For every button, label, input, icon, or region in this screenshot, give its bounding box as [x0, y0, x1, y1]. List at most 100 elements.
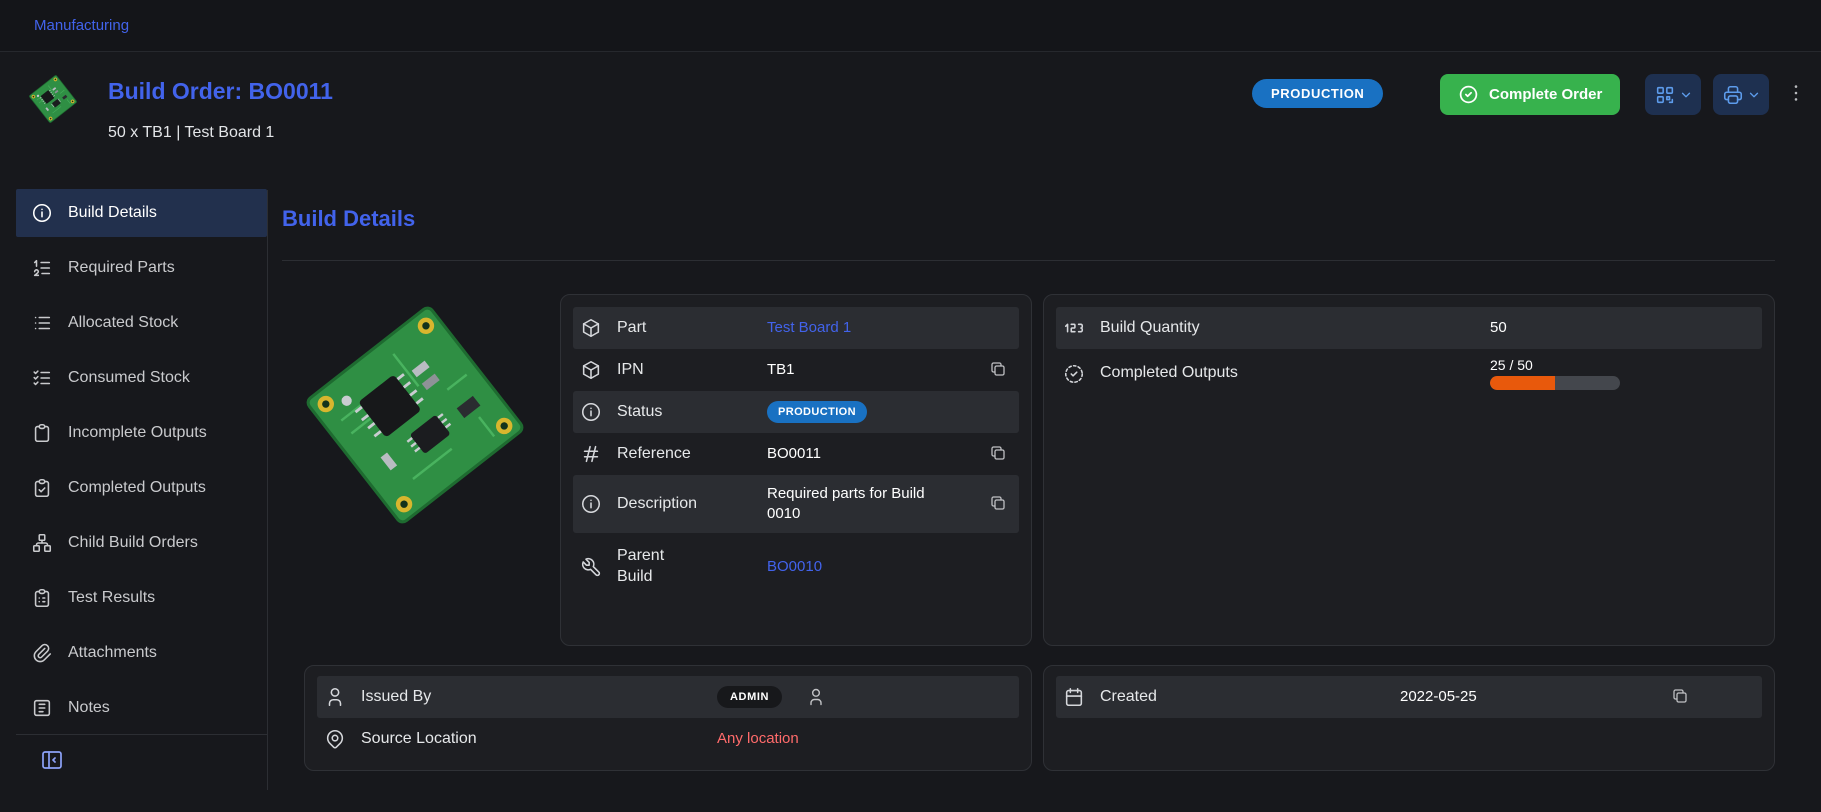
more-actions-button[interactable]: [1783, 81, 1809, 107]
package-icon: [580, 317, 602, 339]
page-title: Build Order: BO0011: [108, 78, 333, 105]
copy-button[interactable]: [985, 491, 1011, 517]
detail-row-part: Part Test Board 1: [573, 307, 1019, 349]
copy-icon: [989, 444, 1007, 462]
part-image[interactable]: [292, 292, 538, 538]
barcode-actions-button[interactable]: [1645, 74, 1701, 115]
copy-button[interactable]: [985, 357, 1011, 383]
copy-button[interactable]: [1667, 684, 1693, 710]
progress-check-icon: [1063, 363, 1085, 385]
numbers-123-icon: [1063, 317, 1085, 339]
breadcrumb-link-manufacturing[interactable]: Manufacturing: [34, 17, 129, 34]
detail-row-ipn: IPN TB1: [573, 349, 1019, 391]
issued-by-badge: ADMIN: [717, 686, 782, 708]
created-value: 2022-05-25: [1400, 687, 1667, 707]
sidebar-item-completed-outputs[interactable]: Completed Outputs: [16, 464, 267, 512]
build-quantity-value: 50: [1490, 318, 1762, 338]
detail-label-reference: Reference: [617, 444, 767, 465]
info-circle-icon: [31, 202, 53, 224]
source-location-value: Any location: [717, 729, 1019, 749]
detail-row-status: Status PRODUCTION: [573, 391, 1019, 433]
list-numbers-icon: [31, 257, 53, 279]
row-build-quantity: Build Quantity 50: [1056, 307, 1762, 349]
detail-label-ipn: IPN: [617, 360, 767, 381]
sidebar-item-test-results[interactable]: Test Results: [16, 574, 267, 622]
label-build-quantity: Build Quantity: [1100, 318, 1490, 339]
reference-value: BO0011: [767, 444, 985, 464]
printing-actions-button[interactable]: [1713, 74, 1769, 115]
dots-vertical-icon: [1785, 82, 1807, 104]
created-panel: Created 2022-05-25: [1043, 665, 1775, 771]
chevron-down-icon: [1679, 88, 1693, 102]
copy-icon: [989, 494, 1007, 512]
tools-icon: [580, 556, 602, 578]
progress-bar-fill: [1490, 376, 1555, 390]
sidebar-item-notes[interactable]: Notes: [16, 684, 267, 732]
map-pin-icon: [324, 728, 346, 750]
sidebar-item-consumed-stock[interactable]: Consumed Stock: [16, 354, 267, 402]
build-details-panel: Part Test Board 1 IPN TB1 Status PRODUCT…: [560, 294, 1032, 646]
detail-label-description: Description: [617, 494, 767, 515]
chevron-down-icon: [1747, 88, 1761, 102]
sidebar: Build Details Required Parts Allocated S…: [0, 168, 267, 812]
description-value: Required parts for Build 0010: [767, 484, 937, 525]
part-link[interactable]: Test Board 1: [767, 318, 985, 338]
calendar-icon: [1063, 686, 1085, 708]
sidebar-item-label: Consumed Stock: [68, 369, 190, 387]
copy-icon: [989, 360, 1007, 378]
info-circle-icon: [580, 493, 602, 515]
detail-row-reference: Reference BO0011: [573, 433, 1019, 475]
label-source-location: Source Location: [361, 729, 717, 750]
issued-panel: Issued By ADMIN Source Location Any loca…: [304, 665, 1032, 771]
sidebar-item-label: Incomplete Outputs: [68, 424, 207, 442]
sidebar-collapse-button[interactable]: [40, 748, 64, 772]
detail-row-description: Description Required parts for Build 001…: [573, 475, 1019, 533]
clipboard-icon: [31, 422, 53, 444]
sidebar-item-allocated-stock[interactable]: Allocated Stock: [16, 299, 267, 347]
sidebar-item-label: Completed Outputs: [68, 479, 206, 497]
complete-order-label: Complete Order: [1489, 86, 1602, 103]
sitemap-icon: [31, 532, 53, 554]
sidebar-collapse-icon: [40, 748, 64, 772]
label-created: Created: [1100, 687, 1400, 708]
notes-icon: [31, 697, 53, 719]
copy-icon: [1671, 687, 1689, 705]
detail-row-parent-build: Parent Build BO0010: [573, 533, 1019, 601]
detail-label-part: Part: [617, 318, 767, 339]
sidebar-item-label: Required Parts: [68, 259, 175, 277]
copy-button[interactable]: [985, 441, 1011, 467]
part-thumbnail-image: [26, 72, 80, 126]
section-divider: [282, 260, 1775, 261]
label-issued-by: Issued By: [361, 687, 717, 708]
list-check-icon: [31, 367, 53, 389]
paperclip-icon: [31, 642, 53, 664]
sidebar-item-incomplete-outputs[interactable]: Incomplete Outputs: [16, 409, 267, 457]
breadcrumb: Manufacturing: [0, 0, 1821, 52]
hash-icon: [580, 443, 602, 465]
ipn-value: TB1: [767, 360, 985, 380]
sidebar-item-label: Build Details: [68, 204, 157, 222]
progress-bar: [1490, 376, 1620, 390]
sidebar-item-child-build-orders[interactable]: Child Build Orders: [16, 519, 267, 567]
row-created: Created 2022-05-25: [1056, 676, 1762, 718]
sidebar-item-attachments[interactable]: Attachments: [16, 629, 267, 677]
completed-outputs-progress: 25 / 50: [1490, 349, 1762, 398]
status-badge-small: PRODUCTION: [767, 401, 867, 423]
sidebar-border: [267, 190, 268, 790]
row-source-location: Source Location Any location: [317, 718, 1019, 760]
sidebar-item-label: Attachments: [68, 644, 157, 662]
parent-build-link[interactable]: BO0010: [767, 557, 985, 577]
detail-label-parent-build: Parent Build: [617, 546, 683, 588]
printer-icon: [1722, 84, 1744, 106]
sidebar-item-label: Allocated Stock: [68, 314, 178, 332]
user-icon: [324, 686, 346, 708]
user-icon: [806, 687, 826, 707]
label-completed-outputs: Completed Outputs: [1100, 363, 1490, 384]
complete-order-button[interactable]: Complete Order: [1440, 74, 1620, 115]
status-badge: PRODUCTION: [1252, 79, 1383, 108]
sidebar-item-required-parts[interactable]: Required Parts: [16, 244, 267, 292]
clipboard-check-icon: [31, 477, 53, 499]
section-heading: Build Details: [282, 206, 415, 232]
sidebar-item-build-details[interactable]: Build Details: [16, 189, 267, 237]
package-icon: [580, 359, 602, 381]
